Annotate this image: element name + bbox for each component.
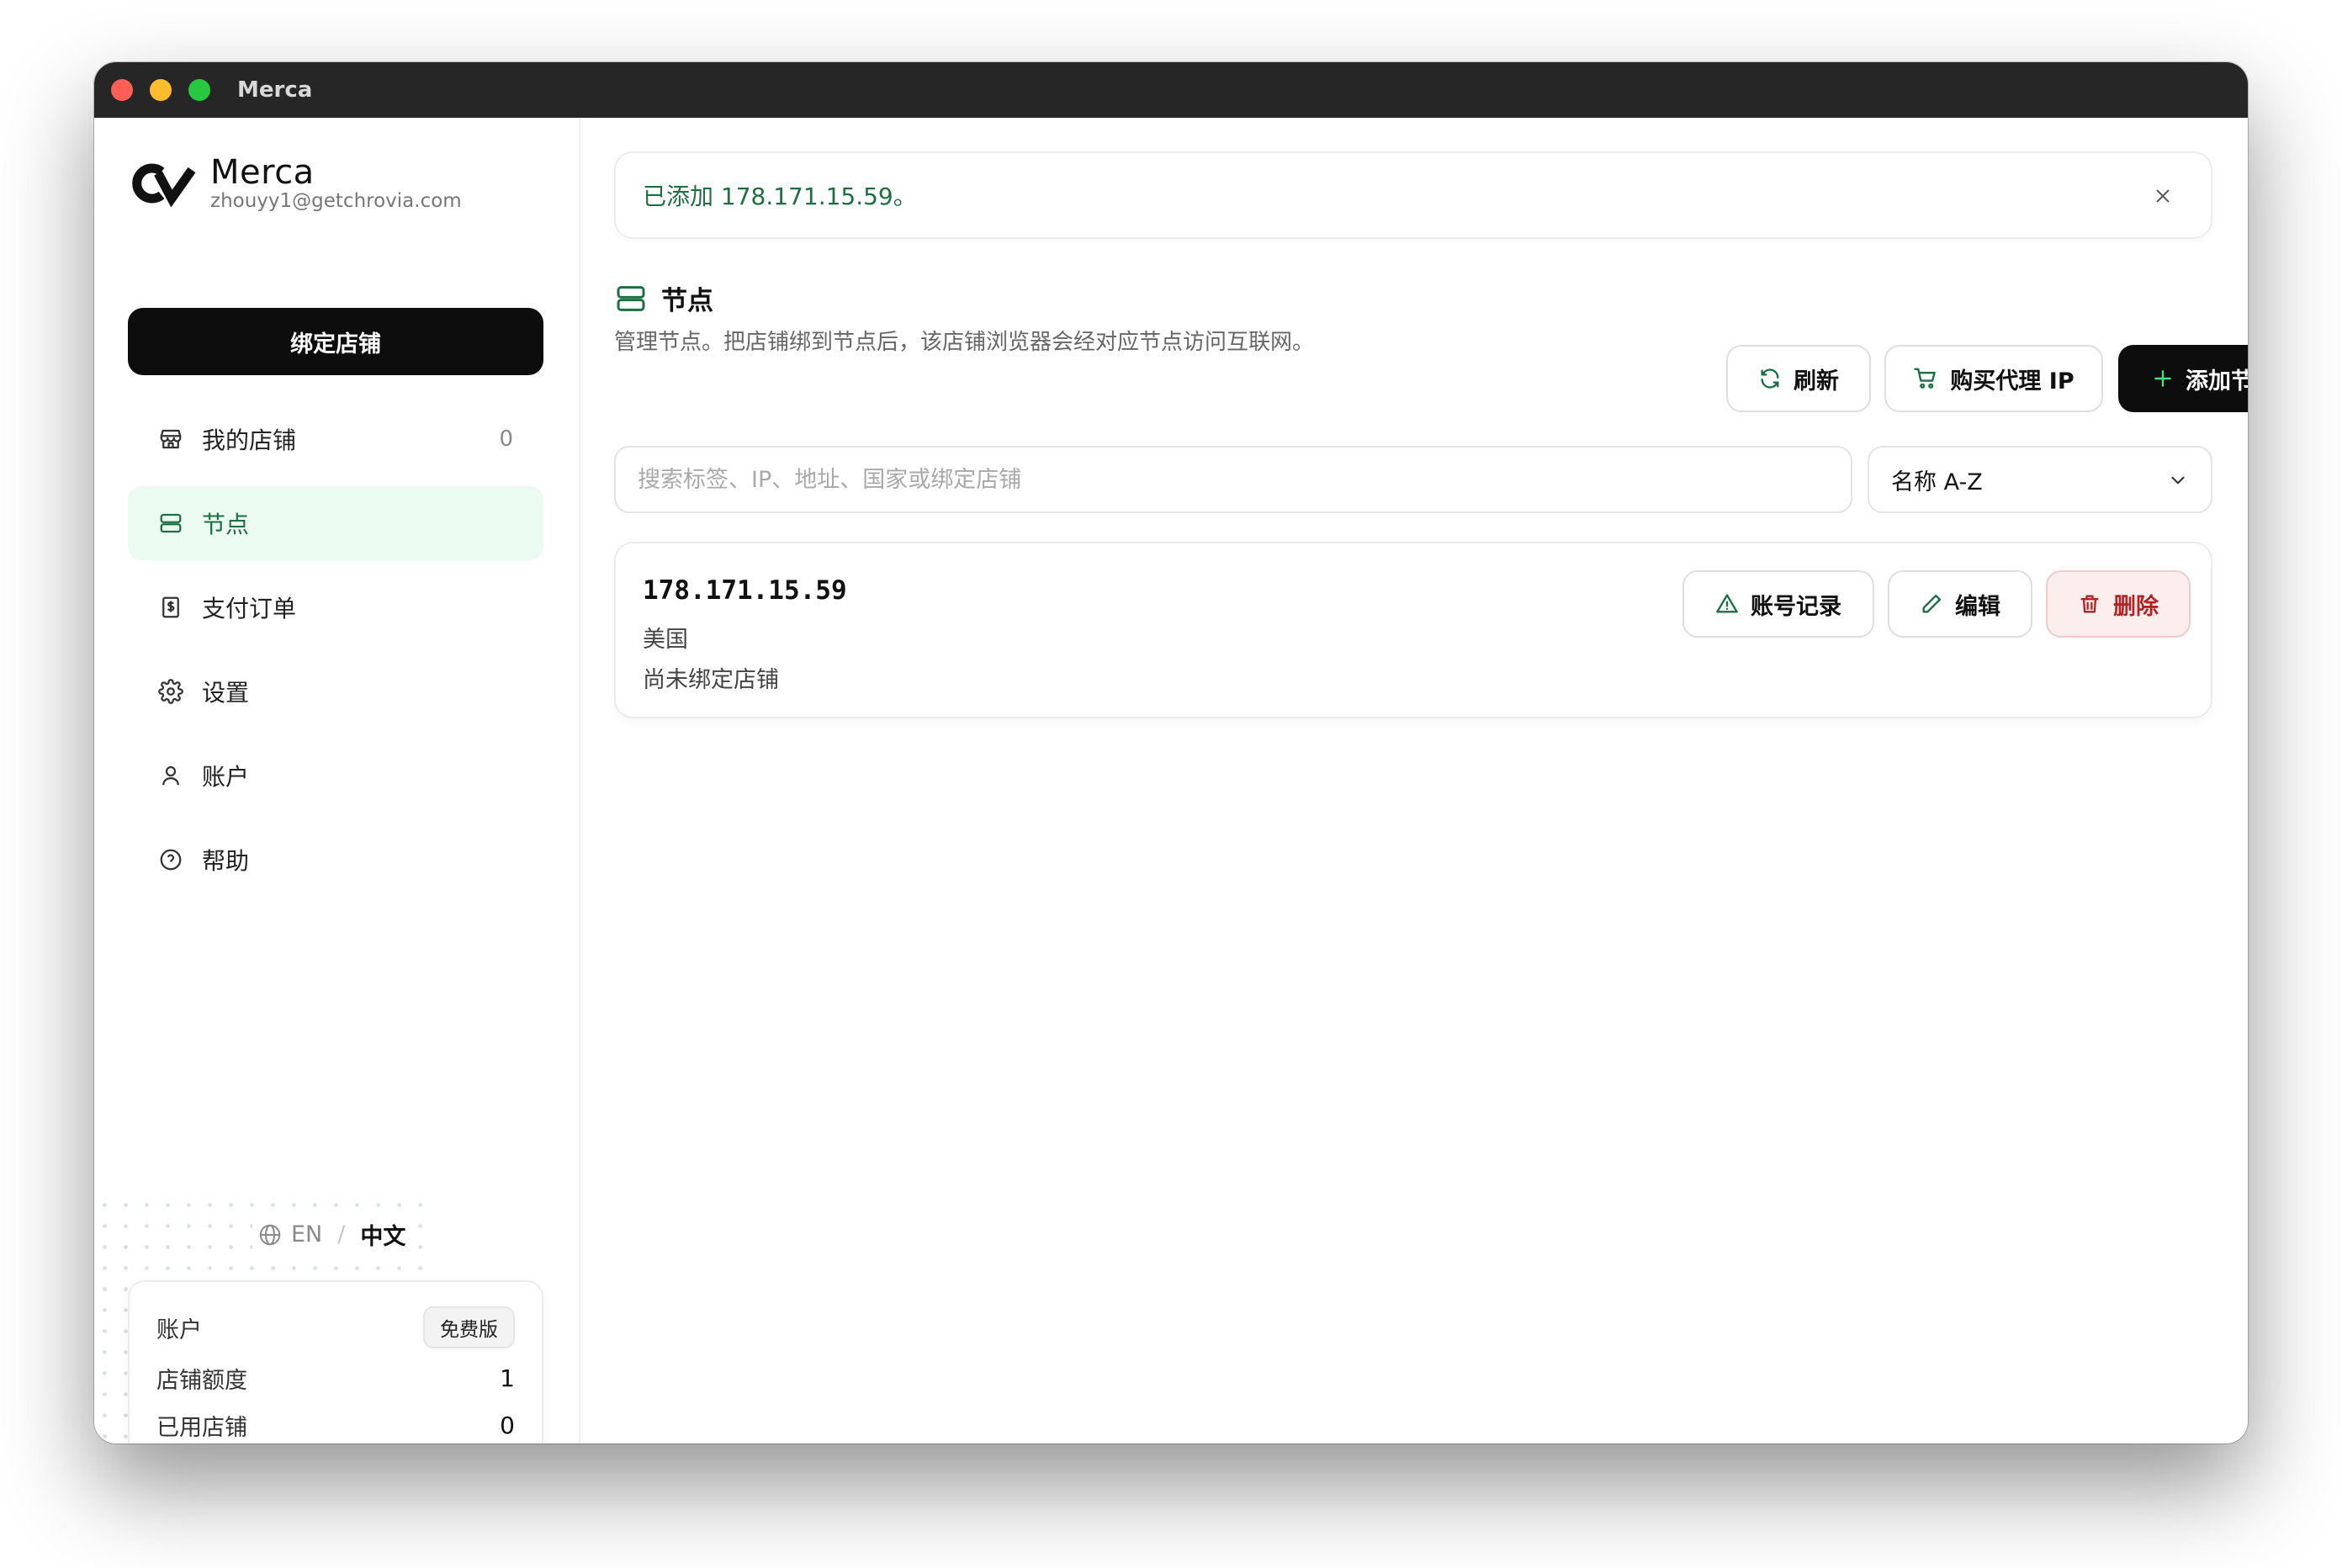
- sidebar-item-label: 设置: [202, 679, 250, 707]
- store-icon: [156, 425, 185, 453]
- refresh-button[interactable]: 刷新: [1726, 345, 1871, 412]
- add-node-label: 添加节点: [2186, 368, 2248, 395]
- add-node-button[interactable]: 添加节点: [2118, 345, 2248, 412]
- edit-node-label: 编辑: [1955, 593, 2000, 620]
- plan-badge: 免费版: [423, 1306, 515, 1348]
- toast-message: 已添加 178.171.15.59。: [643, 183, 917, 210]
- sidebar-item-label: 支付订单: [202, 595, 297, 622]
- help-circle-icon: [156, 845, 185, 874]
- node-card: 178.171.15.59 美国 尚未绑定店铺 账号记录 编辑 删除: [614, 542, 2212, 718]
- sort-select[interactable]: 名称 A-Z: [1868, 446, 2212, 513]
- brand: Merca zhouyy1@getchrovia.com: [128, 155, 462, 212]
- window-controls: [111, 79, 227, 101]
- sidebar-item-label: 节点: [202, 511, 250, 538]
- edit-node-button[interactable]: 编辑: [1888, 570, 2032, 638]
- store-quota-value: 1: [500, 1364, 515, 1392]
- plus-icon: [2152, 368, 2174, 389]
- refresh-icon: [1758, 367, 1782, 390]
- node-binding-status: 尚未绑定店铺: [643, 667, 779, 693]
- user-email: zhouyy1@getchrovia.com: [210, 190, 462, 212]
- refresh-label: 刷新: [1794, 368, 1839, 395]
- sidebar-item-nodes[interactable]: 节点: [128, 486, 543, 560]
- close-window-button[interactable]: [111, 79, 133, 101]
- success-toast: 已添加 178.171.15.59。: [614, 151, 2212, 239]
- buy-proxy-ip-label: 购买代理 IP: [1950, 368, 2074, 395]
- window-title: Merca: [237, 77, 313, 103]
- receipt-icon: [156, 593, 185, 622]
- language-option-zh[interactable]: 中文: [360, 1218, 405, 1251]
- sidebar-item-my-stores[interactable]: 我的店铺 0: [128, 402, 543, 476]
- language-switcher: EN / 中文: [252, 1218, 411, 1251]
- sidebar-item-label: 我的店铺: [202, 426, 297, 454]
- sidebar-item-label: 帮助: [202, 847, 250, 875]
- sidebar-item-help[interactable]: 帮助: [128, 823, 543, 897]
- buy-proxy-ip-button[interactable]: 购买代理 IP: [1884, 345, 2103, 412]
- trash-icon: [2078, 592, 2101, 616]
- sort-selected-value: 名称 A-Z: [1891, 469, 1983, 495]
- delete-node-button[interactable]: 删除: [2046, 570, 2191, 638]
- minimize-window-button[interactable]: [150, 79, 172, 101]
- sidebar-item-orders[interactable]: 支付订单: [128, 570, 543, 644]
- search-input[interactable]: [614, 446, 1852, 513]
- used-stores-value: 0: [500, 1411, 515, 1439]
- chevron-down-icon: [2167, 469, 2189, 497]
- close-icon[interactable]: [2149, 182, 2177, 210]
- sidebar-item-label: 账户: [202, 763, 250, 791]
- account-summary-card: 账户 免费版 店铺额度 1 已用店铺 0: [128, 1280, 543, 1444]
- language-separator: /: [337, 1221, 346, 1248]
- account-history-label: 账号记录: [1751, 593, 1841, 620]
- page-description: 管理节点。把店铺绑到节点后，该店铺浏览器会经对应节点访问互联网。: [614, 330, 1315, 355]
- sidebar: Merca zhouyy1@getchrovia.com 绑定店铺 我的店铺 0…: [94, 118, 580, 1444]
- warning-triangle-icon: [1715, 592, 1739, 616]
- pencil-icon: [1920, 592, 1943, 616]
- merca-logo-icon: [132, 163, 196, 207]
- sidebar-nav: 我的店铺 0 节点 支付订单 设置 账户 帮助: [128, 402, 543, 907]
- brand-name: Merca: [210, 153, 315, 192]
- user-icon: [156, 761, 185, 790]
- delete-node-label: 删除: [2113, 593, 2159, 620]
- language-option-en[interactable]: EN: [291, 1221, 322, 1248]
- sidebar-item-settings[interactable]: 设置: [128, 654, 543, 728]
- node-ip: 178.171.15.59: [643, 575, 847, 606]
- server-icon: [617, 285, 645, 311]
- account-label: 账户: [156, 1316, 202, 1343]
- account-history-button[interactable]: 账号记录: [1682, 570, 1874, 638]
- cart-icon: [1913, 366, 1938, 391]
- store-count: 0: [499, 426, 513, 452]
- title-bar: Merca: [94, 62, 2248, 118]
- page-title: 节点: [661, 286, 713, 316]
- maximize-window-button[interactable]: [188, 79, 210, 101]
- node-country: 美国: [643, 627, 688, 653]
- page-header: 节点: [614, 279, 713, 317]
- sidebar-item-account[interactable]: 账户: [128, 739, 543, 813]
- main-content: 已添加 178.171.15.59。 节点 管理节点。把店铺绑到节点后，该店铺浏…: [580, 118, 2248, 1444]
- used-stores-label: 已用店铺: [156, 1414, 247, 1441]
- globe-icon: [259, 1224, 281, 1245]
- bind-store-button[interactable]: 绑定店铺: [128, 308, 543, 375]
- gear-icon: [156, 677, 185, 706]
- store-quota-label: 店铺额度: [156, 1367, 247, 1394]
- app-window: Merca Merca zhouyy1@getchrovia.com 绑定店铺 …: [94, 62, 2248, 1444]
- server-icon: [156, 509, 185, 538]
